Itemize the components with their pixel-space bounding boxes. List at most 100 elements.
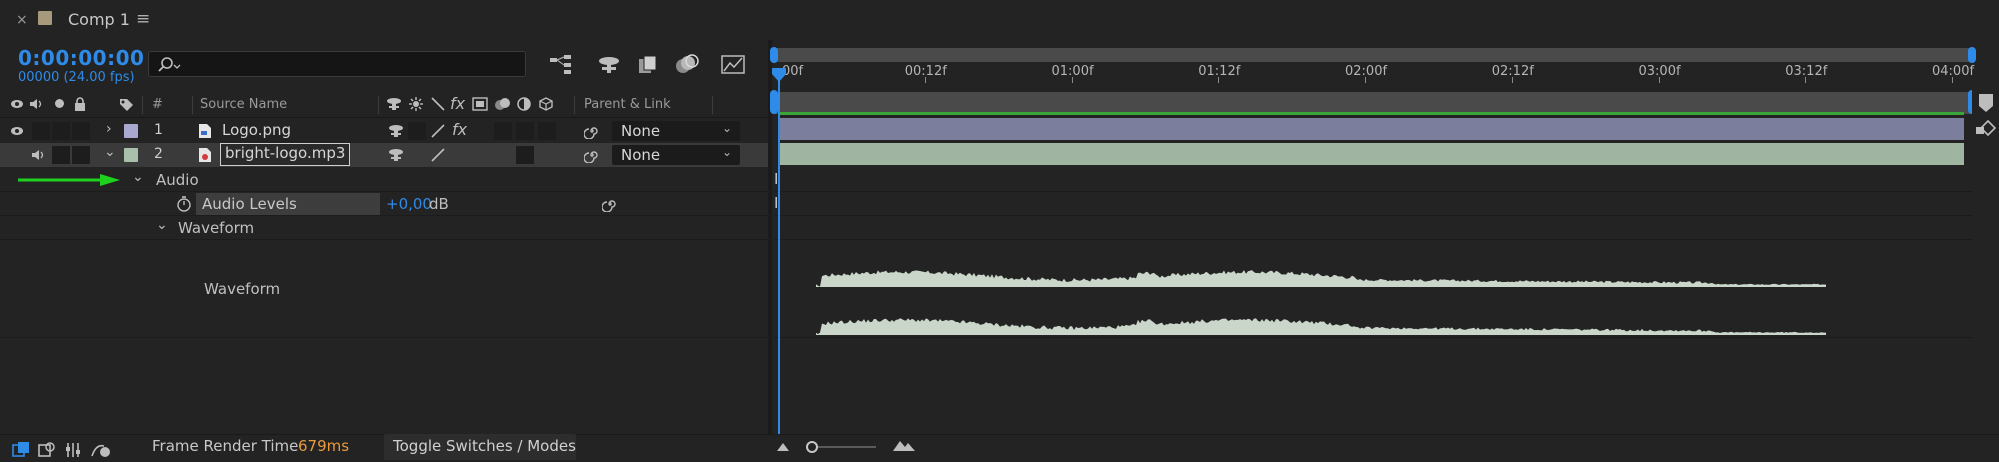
lock-switch-cell[interactable]: [72, 146, 90, 164]
annotation-green-arrow: [18, 174, 120, 186]
toggle-switches-modes-button[interactable]: Toggle Switches / Modes: [384, 434, 576, 460]
in-out-stretch-icon[interactable]: [64, 441, 82, 459]
current-time-display[interactable]: 0:00:00:00: [18, 46, 144, 70]
audio-property-group: ⌄ Audio: [0, 168, 768, 192]
motion-path-cursor-icon[interactable]: [1974, 118, 1998, 138]
shy-icon[interactable]: [388, 147, 404, 163]
waveform-property: Waveform: [0, 240, 768, 338]
expand-chevron-down-icon[interactable]: ⌄: [104, 144, 116, 160]
time-navigator-bar[interactable]: [774, 48, 1972, 62]
layer-search-input[interactable]: [148, 51, 526, 77]
expand-chevron-down-icon[interactable]: ⌄: [156, 217, 168, 233]
layer-switches-icon[interactable]: [12, 441, 30, 459]
label-tag-icon[interactable]: [118, 97, 134, 111]
label-color-box[interactable]: [124, 148, 138, 162]
pick-whip-spiral-icon[interactable]: [584, 123, 600, 139]
solo-switch-cell[interactable]: [52, 146, 70, 164]
adjustment-layer-icon[interactable]: [516, 96, 532, 112]
parent-dropdown[interactable]: None ⌄: [612, 121, 740, 141]
ruler-tick-mark: [1218, 77, 1220, 83]
waveform-property-group: ⌄ Waveform: [0, 216, 768, 240]
quality-slash-icon[interactable]: [430, 96, 446, 112]
shy-icon[interactable]: [386, 96, 402, 112]
ruler-tick-label: 03:12f: [1785, 64, 1828, 79]
layer-row-2[interactable]: ⌄ 2 bright-logo.mp3 None ⌄: [0, 143, 768, 167]
3d-switch-cell[interactable]: [538, 122, 556, 140]
comp-tab-title[interactable]: Comp 1: [68, 10, 130, 29]
frame-render-time-value: 679ms: [298, 437, 350, 455]
zoom-in-mountains-icon[interactable]: [892, 439, 916, 453]
zoom-out-mountain-icon[interactable]: [776, 441, 790, 453]
audio-speaker-icon[interactable]: [28, 97, 44, 111]
quality-slash-icon[interactable]: [430, 123, 446, 139]
waveform-channel: [816, 318, 1826, 335]
collapse-sun-icon[interactable]: [408, 96, 424, 112]
motion-blur-column-icon[interactable]: [494, 96, 512, 112]
layer-2-duration-bar[interactable]: [778, 143, 1964, 165]
lock-switch-cell[interactable]: [72, 122, 90, 140]
label-color-box[interactable]: [124, 124, 138, 138]
time-navigator-start-handle[interactable]: [770, 47, 778, 63]
video-eye-icon[interactable]: [10, 98, 24, 110]
expand-chevron-down-icon[interactable]: ⌄: [132, 169, 144, 185]
ruler-tick-mark: [924, 77, 926, 83]
pick-whip-spiral-icon[interactable]: [602, 196, 618, 212]
shy-icon[interactable]: [388, 123, 404, 139]
search-icon: [158, 57, 181, 72]
ruler-tick-mark: [1071, 77, 1073, 83]
panel-menu-icon[interactable]: ≡: [136, 9, 150, 29]
zoom-slider-track[interactable]: [812, 446, 876, 448]
audio-levels-value[interactable]: +0,00: [386, 195, 432, 213]
solo-dot-icon[interactable]: [55, 99, 64, 108]
audio-speaker-icon[interactable]: [30, 148, 46, 162]
audio-switch-cell[interactable]: [32, 122, 50, 140]
audio-group-label[interactable]: Audio: [156, 171, 199, 189]
audio-levels-unit: dB: [429, 195, 449, 213]
effects-fx-icon[interactable]: fx: [450, 94, 465, 113]
parent-dropdown-value: None: [621, 122, 661, 140]
motion-blur-switch-cell[interactable]: [494, 122, 512, 140]
chevron-down-icon: ⌄: [721, 145, 732, 159]
layer-1-duration-bar[interactable]: [778, 118, 1964, 140]
waveform-label: Waveform: [204, 280, 281, 298]
parent-dropdown[interactable]: None ⌄: [612, 145, 740, 165]
pick-whip-spiral-icon[interactable]: [584, 147, 600, 163]
audio-file-icon: [199, 148, 211, 162]
comp-marker-bin-icon[interactable]: [1976, 92, 1996, 114]
audio-levels-label-bg[interactable]: Audio Levels: [196, 193, 380, 215]
parent-link-column-label[interactable]: Parent & Link: [584, 97, 671, 112]
adjustment-switch-cell[interactable]: [516, 122, 534, 140]
composition-flowchart-icon[interactable]: [548, 53, 574, 75]
zoom-slider-thumb[interactable]: [806, 441, 818, 453]
3d-layer-cube-icon[interactable]: [538, 96, 554, 112]
adjustment-switch-cell[interactable]: [516, 146, 534, 164]
motion-blur-icon[interactable]: [674, 53, 700, 75]
current-time-indicator-icon[interactable]: [771, 68, 787, 82]
draft-3d-icon[interactable]: [596, 53, 622, 75]
layer-row-1[interactable]: › 1 Logo.png fx None ⌄: [0, 119, 768, 143]
frame-blend-column-icon[interactable]: [472, 96, 488, 112]
work-area-start-handle[interactable]: [770, 90, 778, 114]
collapse-switch-cell[interactable]: [408, 122, 426, 140]
solo-switch-cell[interactable]: [52, 122, 70, 140]
time-navigator-end-handle[interactable]: [1968, 47, 1976, 63]
layer-name[interactable]: Logo.png: [222, 121, 291, 139]
close-tab-icon[interactable]: ×: [16, 12, 28, 28]
playhead-line[interactable]: [778, 76, 780, 434]
effects-fx-icon[interactable]: fx: [452, 120, 467, 139]
work-area-bar[interactable]: [774, 92, 1972, 114]
graph-editor-icon[interactable]: [720, 53, 746, 75]
layer-name-edit-field[interactable]: bright-logo.mp3: [220, 143, 351, 166]
transfer-controls-icon[interactable]: [38, 441, 56, 459]
expand-chevron-right-icon[interactable]: ›: [106, 121, 112, 137]
timeline-right-strip: [1972, 90, 1999, 434]
frame-count-fps: 00000 (24.00 fps): [18, 70, 135, 85]
video-eye-icon[interactable]: [10, 125, 24, 137]
source-name-column-label[interactable]: Source Name: [200, 97, 287, 112]
quality-slash-icon[interactable]: [430, 147, 446, 163]
stopwatch-icon[interactable]: [176, 196, 192, 212]
waveform-group-label[interactable]: Waveform: [178, 219, 254, 237]
frame-blending-icon[interactable]: [636, 53, 662, 75]
lock-icon[interactable]: [73, 96, 87, 112]
render-time-icon[interactable]: [90, 441, 112, 459]
